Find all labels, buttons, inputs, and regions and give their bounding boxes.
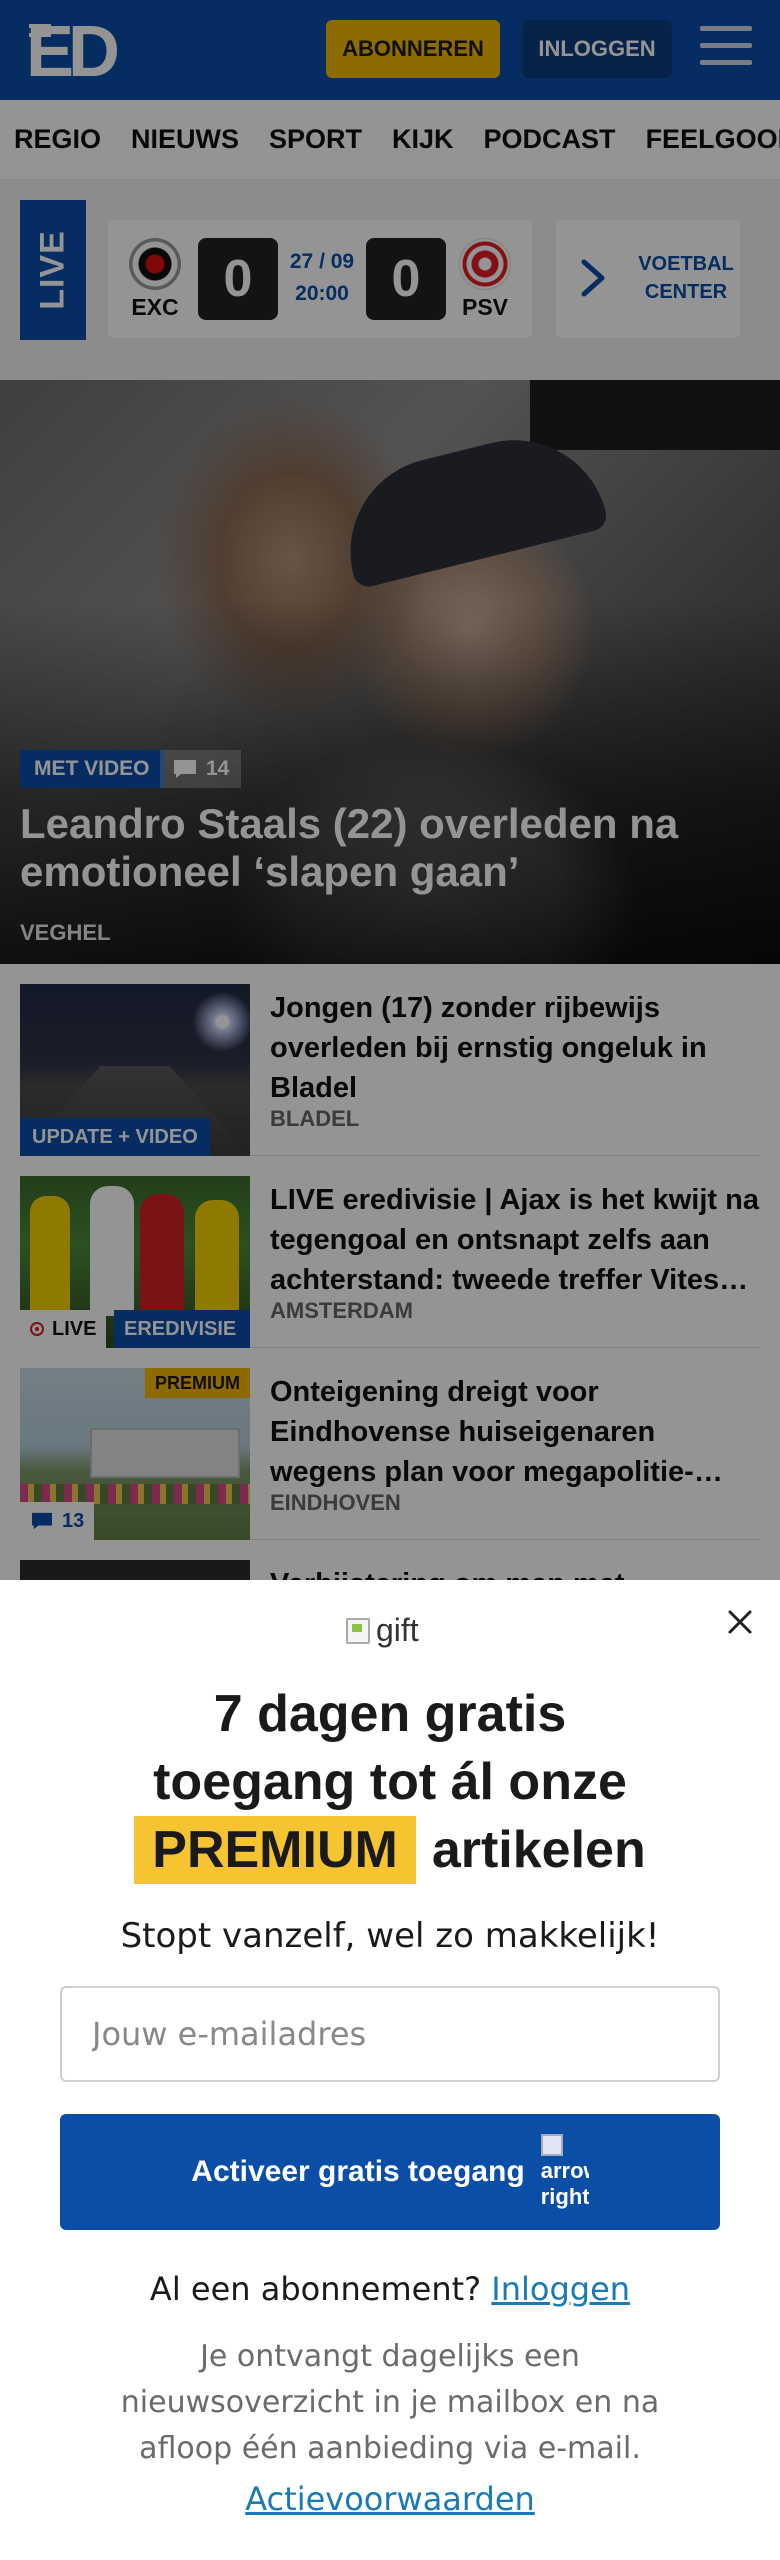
arrow-right-icon: arrow right bbox=[540, 2124, 589, 2220]
premium-line: PREMIUM artikelen bbox=[0, 1816, 780, 1884]
activate-label: Activeer gratis toegang bbox=[191, 2155, 525, 2188]
articles-word: artikelen bbox=[431, 1821, 646, 1879]
modal-subline: Stopt vanzelf, wel zo makkelijk! bbox=[120, 1916, 660, 1956]
gift-icon: gift bbox=[346, 1612, 419, 1649]
close-button[interactable] bbox=[722, 1604, 758, 1640]
modal-headline: 7 dagen gratis toegang tot ál onze bbox=[153, 1685, 627, 1811]
login-link[interactable]: Inloggen bbox=[491, 2270, 630, 2308]
modal-backdrop[interactable] bbox=[0, 0, 780, 1580]
email-field[interactable] bbox=[60, 1986, 720, 2082]
broken-image-icon bbox=[346, 1617, 370, 1644]
premium-trial-modal: gift 7 dagen gratis toegang tot ál onze … bbox=[0, 1580, 780, 2560]
activate-button[interactable]: Activeer gratis toegang arrow right bbox=[60, 2114, 720, 2230]
terms-link[interactable]: Actievoorwaarden bbox=[0, 2480, 780, 2518]
premium-highlight: PREMIUM bbox=[134, 1816, 416, 1884]
close-icon bbox=[728, 1610, 752, 1634]
already-subscribed: Al een abonnement? Inloggen bbox=[149, 2270, 631, 2308]
info-text: Je ontvangt dagelijks een nieuwsoverzich… bbox=[120, 2339, 660, 2466]
